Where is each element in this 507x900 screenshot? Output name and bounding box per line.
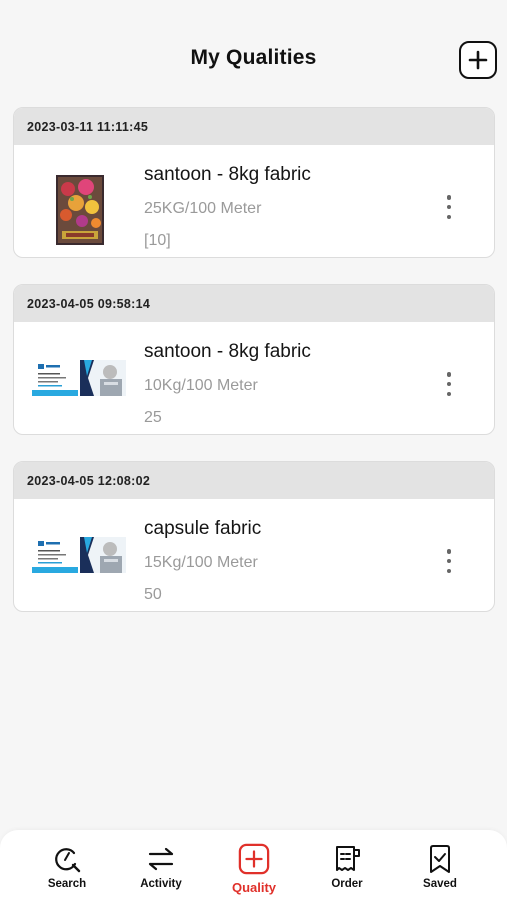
quality-card[interactable]: 2023-04-05 12:08:02 capsule fabric 15Kg/… bbox=[13, 461, 495, 612]
card-body[interactable]: santoon - 8kg fabric 10Kg/100 Meter 25 bbox=[14, 322, 494, 434]
status-bar bbox=[0, 0, 507, 28]
tab-label: Order bbox=[331, 878, 363, 890]
card-body[interactable]: santoon - 8kg fabric 25KG/100 Meter [10] bbox=[14, 145, 494, 257]
tab-saved[interactable]: Saved bbox=[395, 830, 485, 900]
header: My Qualities bbox=[0, 38, 507, 82]
bookmark-check-icon bbox=[430, 845, 450, 873]
quality-card[interactable]: 2023-03-11 11:11:45 santoon - 8kg fabric… bbox=[13, 107, 495, 258]
quality-name: santoon - 8kg fabric bbox=[144, 164, 311, 185]
card-timestamp: 2023-04-05 09:58:14 bbox=[14, 285, 494, 322]
plus-icon bbox=[468, 50, 488, 70]
tab-search[interactable]: Search bbox=[22, 830, 112, 900]
swap-arrows-icon bbox=[148, 847, 174, 871]
quality-name: capsule fabric bbox=[144, 518, 262, 539]
card-body[interactable]: capsule fabric 15Kg/100 Meter 50 bbox=[14, 499, 494, 611]
quality-thumbnail bbox=[32, 360, 126, 396]
card-timestamp: 2023-03-11 11:11:45 bbox=[14, 108, 494, 145]
search-icon bbox=[55, 848, 81, 873]
quality-thumbnail bbox=[56, 175, 104, 245]
receipt-icon bbox=[336, 846, 360, 871]
quality-name: santoon - 8kg fabric bbox=[144, 341, 311, 362]
tab-quality[interactable]: Quality bbox=[209, 830, 299, 900]
quality-thumbnail bbox=[32, 537, 126, 573]
tab-label: Quality bbox=[231, 880, 277, 895]
tab-order[interactable]: Order bbox=[302, 830, 392, 900]
card-timestamp: 2023-04-05 12:08:02 bbox=[14, 462, 494, 499]
quality-count: 50 bbox=[144, 586, 162, 603]
quality-weight: 25KG/100 Meter bbox=[144, 200, 262, 217]
quality-count: [10] bbox=[144, 232, 171, 249]
tab-label: Activity bbox=[140, 878, 182, 890]
bottom-tab-bar: Search Activity Quality Order Saved bbox=[0, 830, 507, 900]
quality-weight: 15Kg/100 Meter bbox=[144, 554, 258, 571]
quality-card[interactable]: 2023-04-05 09:58:14 santoon - 8kg fabric… bbox=[13, 284, 495, 435]
quality-count: 25 bbox=[144, 409, 162, 426]
tab-label: Saved bbox=[423, 878, 457, 890]
add-quality-button[interactable] bbox=[459, 41, 497, 79]
quality-weight: 10Kg/100 Meter bbox=[144, 377, 258, 394]
quality-list: 2023-03-11 11:11:45 santoon - 8kg fabric… bbox=[13, 107, 495, 638]
tab-label: Search bbox=[47, 878, 87, 890]
plus-square-icon bbox=[238, 843, 270, 875]
tab-activity[interactable]: Activity bbox=[116, 830, 206, 900]
more-options-icon[interactable] bbox=[444, 195, 454, 219]
page-title: My Qualities bbox=[190, 46, 317, 69]
more-options-icon[interactable] bbox=[444, 372, 454, 396]
more-options-icon[interactable] bbox=[444, 549, 454, 573]
